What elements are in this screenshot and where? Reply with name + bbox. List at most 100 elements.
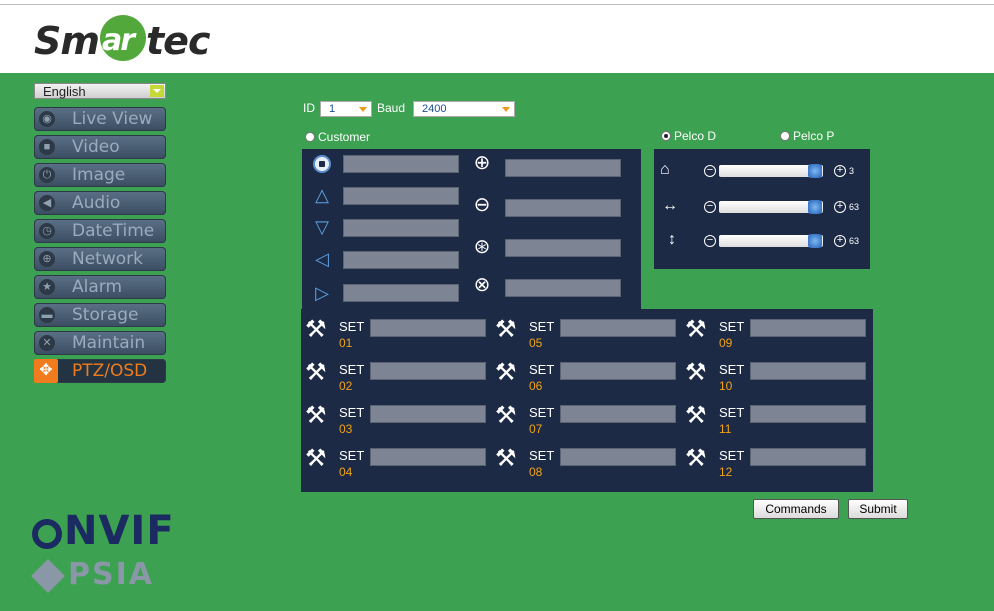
preset-set-label: SET <box>529 362 555 377</box>
preset-command-field[interactable] <box>370 405 486 423</box>
preset-number: 08 <box>529 465 543 479</box>
minus-icon[interactable]: − <box>704 235 716 247</box>
tools-icon[interactable]: ⚒ <box>305 444 327 473</box>
sidebar-item-alarm[interactable]: ★ Alarm <box>34 275 166 299</box>
customer-radio[interactable]: Customer <box>305 130 370 144</box>
tools-icon[interactable]: ⚒ <box>685 315 707 344</box>
stop-icon[interactable] <box>313 155 331 173</box>
psia-logo: PSIA <box>31 557 154 593</box>
sidebar-item-network[interactable]: ⊕ Network <box>34 247 166 271</box>
sidebar-item-label: Video <box>72 137 120 157</box>
speaker-icon: ◀ <box>39 195 55 211</box>
submit-button[interactable]: Submit <box>848 499 908 519</box>
preset-command-field[interactable] <box>560 405 676 423</box>
preset-set-label: SET <box>529 319 555 334</box>
pan-speed-value: 63 <box>849 202 860 212</box>
eye-icon: ◉ <box>39 111 55 127</box>
plus-icon[interactable]: + <box>834 201 846 213</box>
radio-circle-checked[interactable] <box>661 131 671 141</box>
smartec-logo: Sm ar tec <box>34 15 224 69</box>
logo-text-right: tec <box>146 19 210 63</box>
slider-knob[interactable] <box>808 200 822 214</box>
language-select[interactable]: English <box>34 83 166 99</box>
sidebar-item-image[interactable]: ⏻ Image <box>34 163 166 187</box>
preset-number: 10 <box>719 379 733 393</box>
preset-set-label: SET <box>719 405 745 420</box>
home-slider[interactable] <box>719 164 823 178</box>
preset-set-label: SET <box>719 362 745 377</box>
chevron-down-icon[interactable] <box>150 85 164 97</box>
preset-set-label: SET <box>719 319 745 334</box>
plus-icon[interactable]: + <box>834 235 846 247</box>
sidebar-item-live-view[interactable]: ◉ Live View <box>34 107 166 131</box>
radio-circle[interactable] <box>305 132 315 142</box>
pan-speed-slider[interactable] <box>719 200 823 214</box>
logo-text-left: Sm <box>34 19 100 63</box>
right-arrow-icon[interactable]: ▷ <box>312 283 332 303</box>
right-command-field[interactable] <box>343 284 459 302</box>
focus-far-command-field[interactable] <box>505 279 621 297</box>
preset-command-field[interactable] <box>750 319 866 337</box>
sidebar-item-storage[interactable]: ▬ Storage <box>34 303 166 327</box>
zoom-in-icon[interactable]: ⊕ <box>470 151 494 175</box>
tools-icon[interactable]: ⚒ <box>495 444 517 473</box>
stop-command-field[interactable] <box>343 155 459 173</box>
plus-icon[interactable]: + <box>834 165 846 177</box>
tools-icon[interactable]: ⚒ <box>495 358 517 387</box>
zoom-out-command-field[interactable] <box>505 199 621 217</box>
sidebar-item-label: Live View <box>72 109 153 129</box>
sidebar-item-maintain[interactable]: ✕ Maintain <box>34 331 166 355</box>
up-arrow-icon[interactable]: △ <box>312 185 332 205</box>
tools-icon[interactable]: ⚒ <box>305 358 327 387</box>
tools-icon[interactable]: ⚒ <box>685 401 707 430</box>
tools-icon[interactable]: ⚒ <box>685 444 707 473</box>
left-arrow-icon[interactable]: ◁ <box>312 249 332 269</box>
focus-far-icon[interactable]: ⊗ <box>470 273 494 297</box>
tilt-speed-slider[interactable] <box>719 234 823 248</box>
preset-command-field[interactable] <box>750 362 866 380</box>
focus-near-icon[interactable]: ⊛ <box>470 235 494 259</box>
home-slider-value: 3 <box>849 166 855 176</box>
tools-icon[interactable]: ⚒ <box>495 315 517 344</box>
preset-command-field[interactable] <box>370 319 486 337</box>
preset-command-field[interactable] <box>370 448 486 466</box>
commands-button[interactable]: Commands <box>753 499 839 519</box>
slider-knob[interactable] <box>808 234 822 248</box>
preset-command-field[interactable] <box>560 362 676 380</box>
radio-circle[interactable] <box>780 131 790 141</box>
down-command-field[interactable] <box>343 219 459 237</box>
preset-command-field[interactable] <box>560 319 676 337</box>
down-arrow-icon[interactable]: ▽ <box>312 217 332 237</box>
up-command-field[interactable] <box>343 187 459 205</box>
sidebar-item-video[interactable]: ■ Video <box>34 135 166 159</box>
pelco-p-radio-label: Pelco P <box>793 129 835 143</box>
preset-set-label: SET <box>529 405 555 420</box>
tools-icon[interactable]: ⚒ <box>495 401 517 430</box>
preset-command-field[interactable] <box>750 448 866 466</box>
minus-icon[interactable]: − <box>704 165 716 177</box>
sidebar-item-audio[interactable]: ◀ Audio <box>34 191 166 215</box>
id-select[interactable]: 1 <box>320 101 372 117</box>
slider-knob[interactable] <box>808 164 822 178</box>
tools-icon[interactable]: ⚒ <box>305 315 327 344</box>
left-command-field[interactable] <box>343 251 459 269</box>
onvif-logo: NVIF <box>32 508 175 554</box>
focus-near-command-field[interactable] <box>505 239 621 257</box>
language-select-value: English <box>43 84 86 99</box>
sidebar-item-label: Network <box>72 249 143 269</box>
preset-command-field[interactable] <box>560 448 676 466</box>
pelco-d-radio[interactable]: Pelco D <box>661 129 716 143</box>
tools-icon[interactable]: ⚒ <box>685 358 707 387</box>
header: Sm ar tec <box>0 5 994 73</box>
minus-icon[interactable]: − <box>704 201 716 213</box>
zoom-in-command-field[interactable] <box>505 159 621 177</box>
sidebar-item-ptz-osd[interactable]: ✥ PTZ/OSD <box>34 359 166 383</box>
tools-icon[interactable]: ⚒ <box>305 401 327 430</box>
pelco-p-radio[interactable]: Pelco P <box>780 129 834 143</box>
sidebar-item-datetime[interactable]: ◷ DateTime <box>34 219 166 243</box>
zoom-out-icon[interactable]: ⊖ <box>470 193 494 217</box>
baud-select[interactable]: 2400 <box>413 101 515 117</box>
preset-command-field[interactable] <box>750 405 866 423</box>
preset-command-field[interactable] <box>370 362 486 380</box>
ptz-speed-panel: ⌂ − + 3 ↔ − + 63 ↕ − + 63 <box>654 149 870 269</box>
